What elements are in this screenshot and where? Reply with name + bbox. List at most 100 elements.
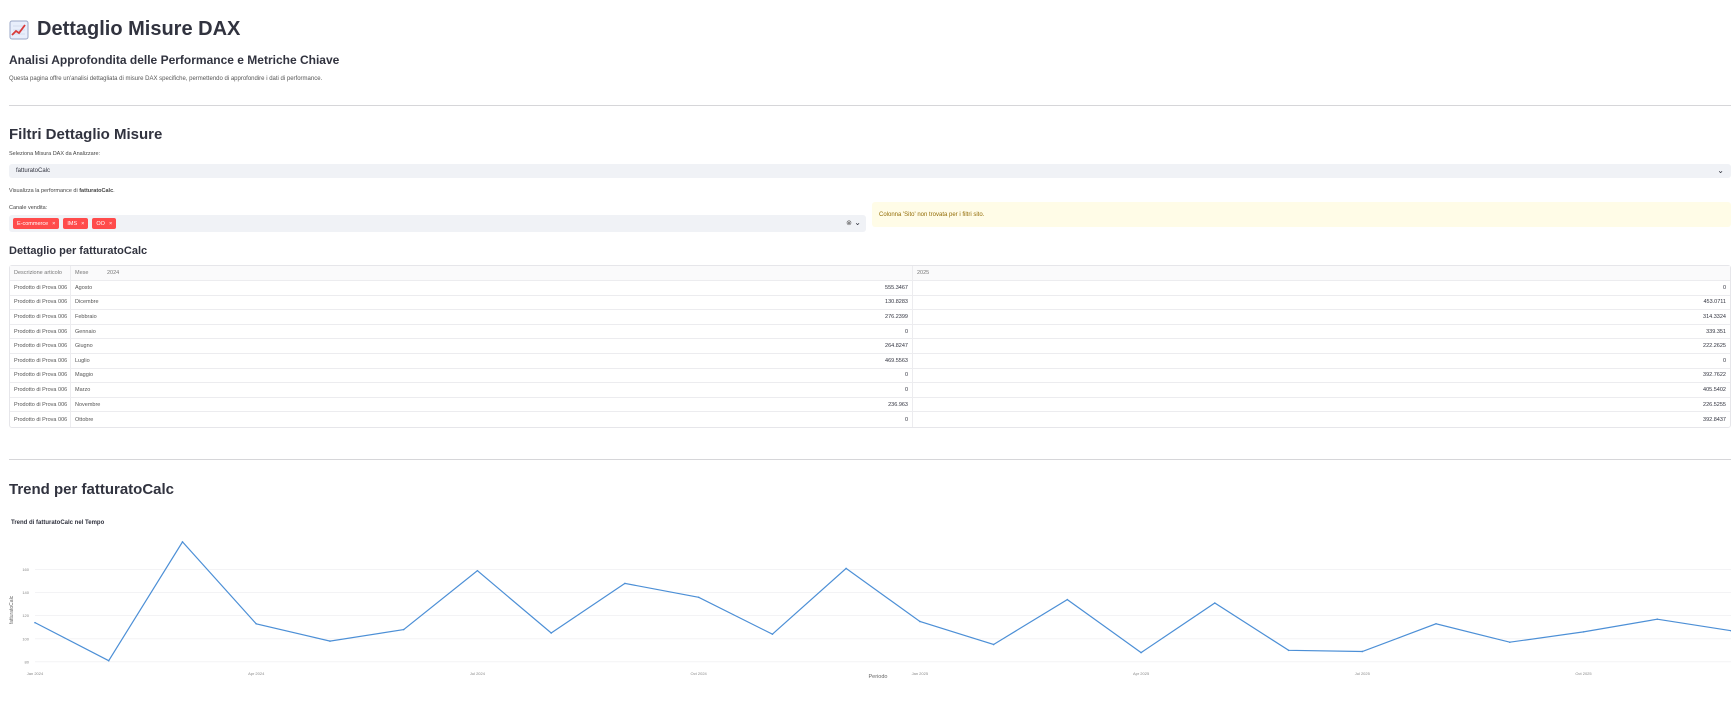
- channel-tag-oo[interactable]: OO ×: [92, 218, 117, 229]
- table-cell: 0: [103, 324, 913, 339]
- tag-close-icon[interactable]: ×: [52, 221, 55, 227]
- clear-all-icon[interactable]: ⊗: [846, 219, 852, 227]
- y-tick-label: 80: [25, 659, 30, 664]
- table-cell: Giugno: [75, 343, 93, 350]
- table-cell: 555.3467: [103, 281, 913, 295]
- table-cell: Prodotto di Prova 006: [10, 339, 71, 353]
- table-cell: 236.963: [103, 397, 913, 412]
- detail-table[interactable]: Descrizione articolo Mese 2024 2025 Prod…: [9, 265, 1731, 428]
- data-point[interactable]: [476, 569, 479, 572]
- table-cell: Novembre: [75, 401, 101, 408]
- x-tick-label: Apr 2024: [248, 671, 265, 676]
- data-point[interactable]: [1435, 622, 1437, 625]
- data-point[interactable]: [402, 628, 405, 631]
- table-cell: Luglio: [75, 357, 90, 364]
- table-cell: Marzo: [75, 386, 91, 393]
- table-row: Prodotto di Prova 006 Dicembre 130.8283 453…: [10, 295, 1730, 311]
- data-point[interactable]: [1287, 649, 1290, 652]
- table-cell: Prodotto di Prova 006: [10, 324, 71, 339]
- table-cell: 405.5402: [1703, 386, 1726, 393]
- channel-tag-ims[interactable]: IMS ×: [63, 218, 89, 229]
- channel-multiselect[interactable]: E-commerce × IMS × OO × ⊗ ⌄: [9, 215, 866, 232]
- filters-title: Filtri Dettaglio Misure: [9, 126, 163, 143]
- table-cell: Prodotto di Prova 006: [10, 412, 71, 427]
- table-row: Prodotto di Prova 006 Agosto 555.3467 0: [10, 281, 1730, 296]
- table-cell: 264.8247: [103, 339, 913, 353]
- channel-tag-ecommerce[interactable]: E-commerce ×: [13, 218, 60, 229]
- x-axis-label: Periodo: [869, 674, 888, 680]
- chart-title: Trend di fatturatoCalc nel Tempo: [11, 520, 105, 526]
- data-point[interactable]: [624, 582, 626, 585]
- measure-select[interactable]: fatturatoCalc ⌄: [9, 164, 1731, 178]
- x-tick-label: Jul 2024: [470, 671, 486, 676]
- x-tick-layer: Jan 2024 Apr 2024 Jul 2024 Oct 2024 Jan 2025…: [27, 671, 1593, 676]
- grid-layer: [35, 569, 1731, 663]
- point-layer: [34, 541, 1731, 662]
- table-row: Prodotto di Prova 006 Giugno 264.8247 222.2…: [10, 339, 1730, 354]
- table-cell: Maggio: [75, 372, 94, 379]
- tag-close-icon[interactable]: ×: [109, 221, 112, 227]
- table-cell: Dicembre: [75, 299, 99, 306]
- table-cell: 0: [103, 412, 913, 427]
- data-point[interactable]: [550, 632, 552, 634]
- page-subtitle: Analisi Approfondita delle Performance e…: [9, 53, 340, 67]
- data-point[interactable]: [1656, 618, 1659, 620]
- table-cell: Prodotto di Prova 006: [10, 281, 71, 295]
- y-tick-layer: 80 100 120 140 160: [22, 567, 29, 664]
- page-header: Dettaglio Misure DAX: [9, 18, 240, 41]
- data-point[interactable]: [992, 643, 995, 646]
- table-cell: 0: [1722, 284, 1726, 291]
- table-cell: Prodotto di Prova 006: [10, 295, 71, 310]
- data-point[interactable]: [181, 541, 184, 543]
- y-tick-label: 140: [22, 590, 29, 595]
- table-row: Prodotto di Prova 006 Novembre 236.963 226.…: [10, 397, 1730, 413]
- data-point[interactable]: [697, 596, 700, 599]
- data-point[interactable]: [1066, 598, 1069, 601]
- x-tick-label: Jul 2025: [1355, 671, 1371, 676]
- table-cell: 0: [1722, 357, 1726, 364]
- table-cell: Prodotto di Prova 006: [10, 383, 71, 397]
- column-header[interactable]: Descrizione articolo: [10, 266, 71, 280]
- table-row: Prodotto di Prova 006 Gennaio 0 339.351: [10, 324, 1730, 340]
- data-point[interactable]: [255, 622, 258, 625]
- data-point[interactable]: [771, 633, 774, 635]
- table-row: Prodotto di Prova 006 Febbraio 276.2399 314…: [10, 310, 1730, 325]
- data-point[interactable]: [919, 620, 921, 623]
- table-cell: Prodotto di Prova 006: [10, 368, 71, 383]
- data-point[interactable]: [1508, 641, 1511, 644]
- trend-title: Trend per fatturatoCalc: [9, 481, 175, 498]
- x-tick-label: Apr 2025: [1133, 671, 1150, 676]
- measure-select-value: fatturatoCalc: [16, 168, 51, 174]
- table-cell: Prodotto di Prova 006: [10, 310, 71, 324]
- trend-chart[interactable]: Trend di fatturatoCalc nel Tempo fattura…: [9, 515, 1731, 680]
- table-header-row: Descrizione articolo Mese 2024 2025: [10, 266, 1730, 281]
- data-point[interactable]: [1140, 651, 1142, 654]
- table-cell: 392.7622: [1703, 372, 1726, 379]
- data-point[interactable]: [1214, 602, 1216, 604]
- x-tick-label: Oct 2025: [1575, 671, 1592, 676]
- data-point[interactable]: [107, 659, 110, 662]
- table-cell: 339.351: [1706, 328, 1726, 335]
- data-point[interactable]: [1582, 631, 1585, 633]
- column-header[interactable]: 2025: [913, 266, 1730, 280]
- tag-close-icon[interactable]: ×: [81, 221, 84, 227]
- x-tick-label: Jan 2025: [912, 671, 929, 676]
- table-cell: 314.3324: [1703, 313, 1726, 320]
- y-axis-label: fatturatoCalc: [9, 595, 15, 624]
- table-cell: Febbraio: [75, 313, 97, 320]
- chevron-down-icon[interactable]: ⌄: [854, 218, 861, 227]
- column-header[interactable]: Mese: [71, 266, 103, 280]
- table-row: Prodotto di Prova 006 Luglio 469.5563 0: [10, 353, 1730, 369]
- table-cell: 130.8283: [103, 295, 913, 310]
- table-cell: Prodotto di Prova 006: [10, 397, 71, 412]
- data-point[interactable]: [1361, 650, 1364, 653]
- data-point[interactable]: [845, 567, 847, 570]
- chart-increasing-icon: [9, 20, 29, 39]
- column-header[interactable]: 2024: [103, 266, 913, 280]
- series-line: [34, 540, 1731, 662]
- data-point[interactable]: [34, 621, 36, 624]
- table-cell: Prodotto di Prova 006: [10, 353, 71, 368]
- data-point[interactable]: [329, 640, 331, 642]
- table-cell: 469.5563: [103, 353, 913, 368]
- table-cell: 453.0711: [1703, 299, 1726, 306]
